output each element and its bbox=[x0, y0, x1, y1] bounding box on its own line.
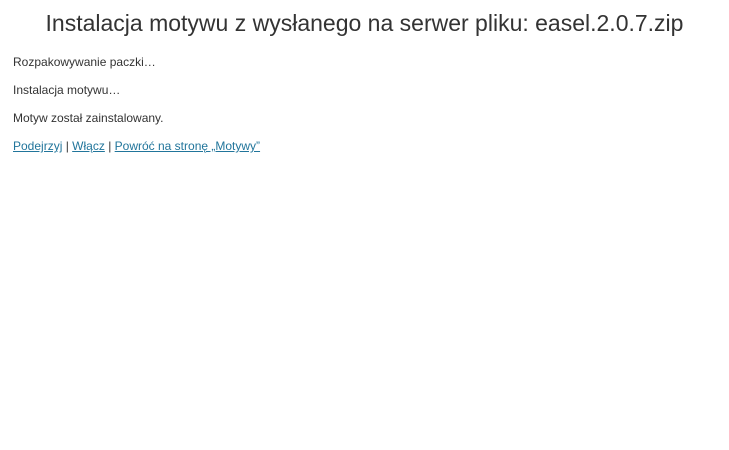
action-links: Podejrzyj | Włącz | Powróć na stronę „Mo… bbox=[13, 139, 260, 153]
back-to-themes-link[interactable]: Powróć na stronę „Motywy” bbox=[115, 139, 260, 153]
status-message-unpacking: Rozpakowywanie paczki… bbox=[13, 55, 156, 69]
activate-link[interactable]: Włącz bbox=[72, 139, 105, 153]
status-message-installed: Motyw został zainstalowany. bbox=[13, 111, 164, 125]
separator: | bbox=[108, 139, 112, 153]
page-title: Instalacja motywu z wysłanego na serwer … bbox=[45, 10, 684, 36]
separator: | bbox=[65, 139, 69, 153]
preview-link[interactable]: Podejrzyj bbox=[13, 139, 62, 153]
status-message-installing: Instalacja motywu… bbox=[13, 83, 121, 97]
theme-install-page: Instalacja motywu z wysłanego na serwer … bbox=[0, 0, 729, 450]
